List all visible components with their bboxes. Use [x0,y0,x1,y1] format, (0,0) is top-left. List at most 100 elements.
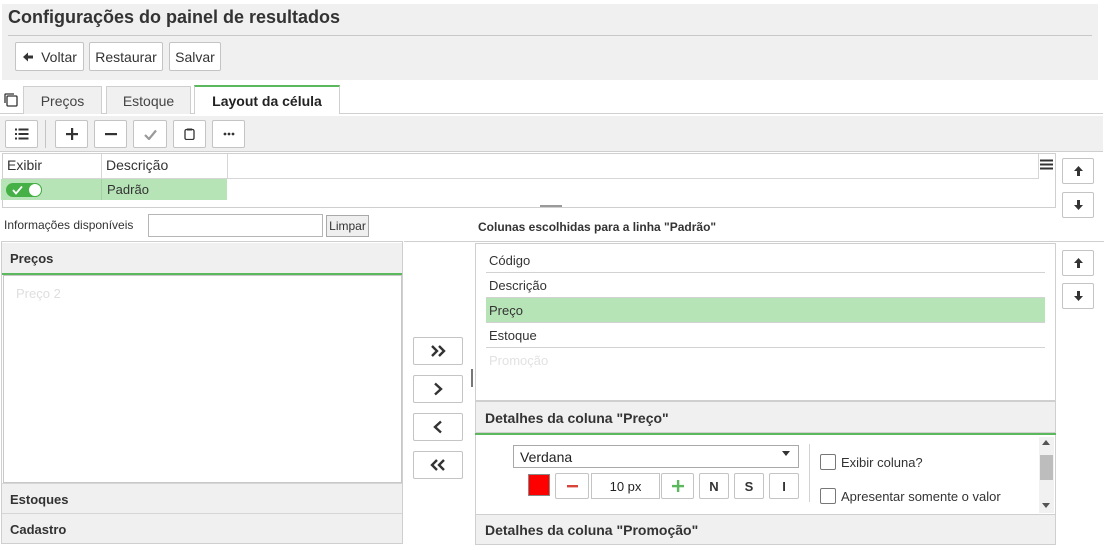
filter-input[interactable] [148,214,323,237]
minus-icon [566,484,578,487]
plus-icon [65,128,78,140]
column-header-descricao[interactable]: Descrição [102,154,228,179]
list-item-selected[interactable]: Preço [486,298,1045,323]
toolbar-separator [45,120,46,148]
section-divider [404,241,1104,242]
italic-button[interactable]: I [769,473,799,499]
details-divider [809,444,810,502]
check-icon [12,185,23,195]
font-family-value: Verdana [520,449,573,465]
remove-all-button[interactable] [413,451,463,479]
list-item[interactable]: Código [486,248,1045,273]
grid-header-line [228,178,1039,179]
tab-estoque[interactable]: Estoque [106,86,191,114]
tab-label: Estoque [122,92,175,109]
column-menu-icon[interactable] [1040,159,1053,170]
move-row-down-button[interactable] [1062,192,1094,218]
promocao-details-header[interactable]: Detalhes da coluna "Promoção" [475,514,1056,545]
list-item[interactable]: Preço 2 [16,286,61,301]
header-divider [8,35,1092,36]
arrow-up-icon [1073,258,1083,268]
move-column-up-button[interactable] [1062,250,1094,276]
only-value-label: Apresentar somente o valor [841,489,1001,504]
add-all-button[interactable] [413,337,463,365]
clear-button[interactable]: Limpar [326,215,369,237]
back-button[interactable]: Voltar [15,42,84,71]
decrease-size-button[interactable] [555,473,589,499]
available-info-label: Informações disponíveis [4,218,134,232]
tab-label: Preços [40,92,85,109]
row-descricao: Padrão [107,182,149,197]
show-column-label: Exibir coluna? [841,455,923,470]
save-button[interactable]: Salvar [169,42,221,71]
section-precos[interactable]: Preços [2,243,402,273]
add-selected-button[interactable] [413,375,463,403]
section-title: Estoques [10,492,69,507]
move-row-up-button[interactable] [1062,158,1094,184]
more-icon [223,132,234,136]
remove-button[interactable] [94,120,127,148]
list-item[interactable]: Estoque [486,323,1045,348]
plus-icon [671,480,684,492]
section-estoques[interactable]: Estoques [2,483,402,513]
scroll-down-icon[interactable] [1042,503,1050,508]
list-item[interactable]: Descrição [486,273,1045,298]
scroll-up-icon[interactable] [1042,440,1050,445]
grid-divider [1038,154,1039,179]
column-details-header[interactable]: Detalhes da coluna "Preço" [475,401,1056,433]
restore-button-label: Restaurar [95,48,157,65]
chevron-left-icon [433,420,442,434]
only-value-checkbox[interactable] [820,488,836,504]
promocao-details-title: Detalhes da coluna "Promoção" [485,522,699,538]
move-column-down-button[interactable] [1062,283,1094,309]
page-title: Configurações do painel de resultados [8,7,341,27]
arrow-down-icon [1073,291,1083,301]
list-icon [14,128,28,140]
section-cadastro[interactable]: Cadastro [2,513,402,543]
duplicate-button[interactable] [173,120,206,148]
splitter-handle[interactable] [471,369,473,387]
copy-icon [184,128,195,140]
precos-item-list [3,275,402,483]
minus-icon [104,133,117,136]
confirm-button[interactable] [133,120,167,148]
remove-selected-button[interactable] [413,413,463,441]
clear-button-label: Limpar [329,219,366,233]
font-size-value: 10 px [609,478,642,494]
arrow-up-icon [1073,166,1083,176]
restore-button[interactable]: Restaurar [89,42,163,71]
italic-button-label: I [782,478,786,494]
chosen-columns-label: Colunas escolhidas para a linha "Padrão" [478,220,717,234]
save-button-label: Salvar [175,48,215,65]
tab-precos[interactable]: Preços [23,86,102,114]
font-size-input[interactable]: 10 px [591,473,660,499]
add-button[interactable] [55,120,88,148]
column-header-exibir[interactable]: Exibir [3,154,102,179]
toggle-knob [28,183,42,197]
arrow-down-icon [1073,200,1083,210]
font-color-picker[interactable] [528,474,550,496]
section-title: Preços [10,251,54,266]
back-button-label: Voltar [41,48,77,65]
font-family-select[interactable]: Verdana [513,445,799,468]
strikethrough-button-label: S [744,478,754,494]
bold-button[interactable]: N [699,473,729,499]
list-view-button[interactable] [5,120,38,148]
double-chevron-left-icon [430,459,445,471]
copy-icon[interactable] [3,92,19,108]
list-item[interactable]: Promoção [486,348,1045,373]
tab-layout-da-celula[interactable]: Layout da célula [194,85,340,114]
grid-cell-divider [101,179,102,200]
resize-handle[interactable] [540,205,562,207]
column-details-title: Detalhes da coluna "Preço" [485,410,669,426]
section-title: Cadastro [10,522,67,537]
more-options-button[interactable] [212,120,245,148]
increase-size-button[interactable] [661,473,694,499]
scrollbar-thumb[interactable] [1040,455,1053,480]
show-column-checkbox[interactable] [820,454,836,470]
strikethrough-button[interactable]: S [734,473,764,499]
check-icon [143,129,157,140]
chevron-right-icon [434,382,443,396]
arrow-left-icon [23,52,34,61]
bold-button-label: N [709,478,719,494]
